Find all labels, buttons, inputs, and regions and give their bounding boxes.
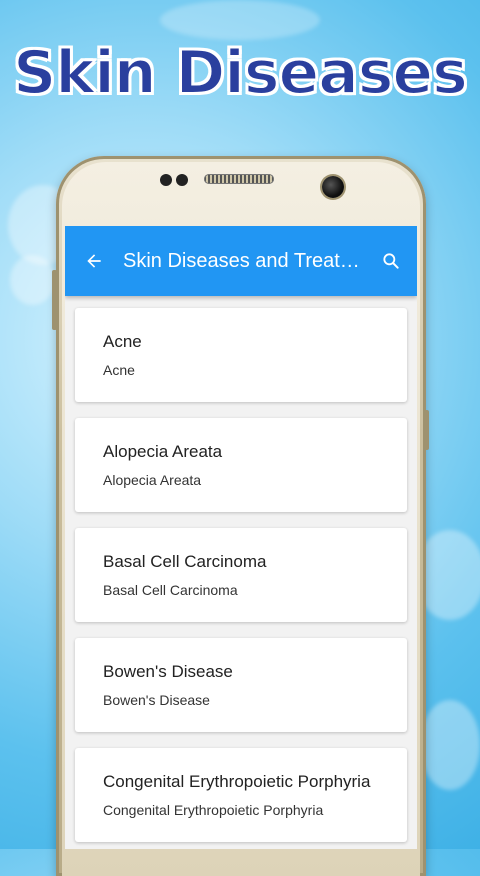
search-button[interactable] [365,226,417,296]
list-item-title: Basal Cell Carcinoma [103,552,267,571]
phone-camera [322,176,344,198]
list-item-subtitle: Congenital Erythropoietic Porphyria [103,802,324,818]
back-button[interactable] [65,226,123,296]
list-item[interactable]: Congenital Erythropoietic Porphyria Cong… [75,748,407,842]
search-icon [383,253,399,269]
list-item[interactable]: Bowen's Disease Bowen's Disease [75,638,407,732]
list-item-subtitle: Basal Cell Carcinoma [103,582,238,598]
list-item-subtitle: Acne [103,362,135,378]
app-bar-title: Skin Diseases and Treatm... [123,249,365,272]
list-item-title: Acne [103,332,142,351]
list-item[interactable]: Acne Acne [75,308,407,402]
phone-sensor [176,174,188,186]
list-item-title: Congenital Erythropoietic Porphyria [103,772,371,791]
list-item-subtitle: Bowen's Disease [103,692,210,708]
bokeh-light [160,0,320,40]
promo-headline: Skin Diseases [12,37,469,109]
list-item-title: Alopecia Areata [103,442,223,461]
app-screen: Skin Diseases and Treatm... Acne Acne Al… [65,226,417,849]
list-item-title: Bowen's Disease [103,662,233,681]
list-item[interactable]: Alopecia Areata Alopecia Areata [75,418,407,512]
phone-side-button [424,410,429,450]
arrow-left-icon [87,254,101,268]
phone-side-button [52,270,57,330]
bokeh-light [420,700,480,790]
app-bar: Skin Diseases and Treatm... [65,226,417,296]
disease-list: Acne Acne Alopecia Areata Alopecia Areat… [65,296,417,842]
list-item-subtitle: Alopecia Areata [103,472,202,488]
list-item[interactable]: Basal Cell Carcinoma Basal Cell Carcinom… [75,528,407,622]
phone-sensor [160,174,172,186]
bokeh-light [10,255,55,305]
phone-speaker [204,174,274,184]
